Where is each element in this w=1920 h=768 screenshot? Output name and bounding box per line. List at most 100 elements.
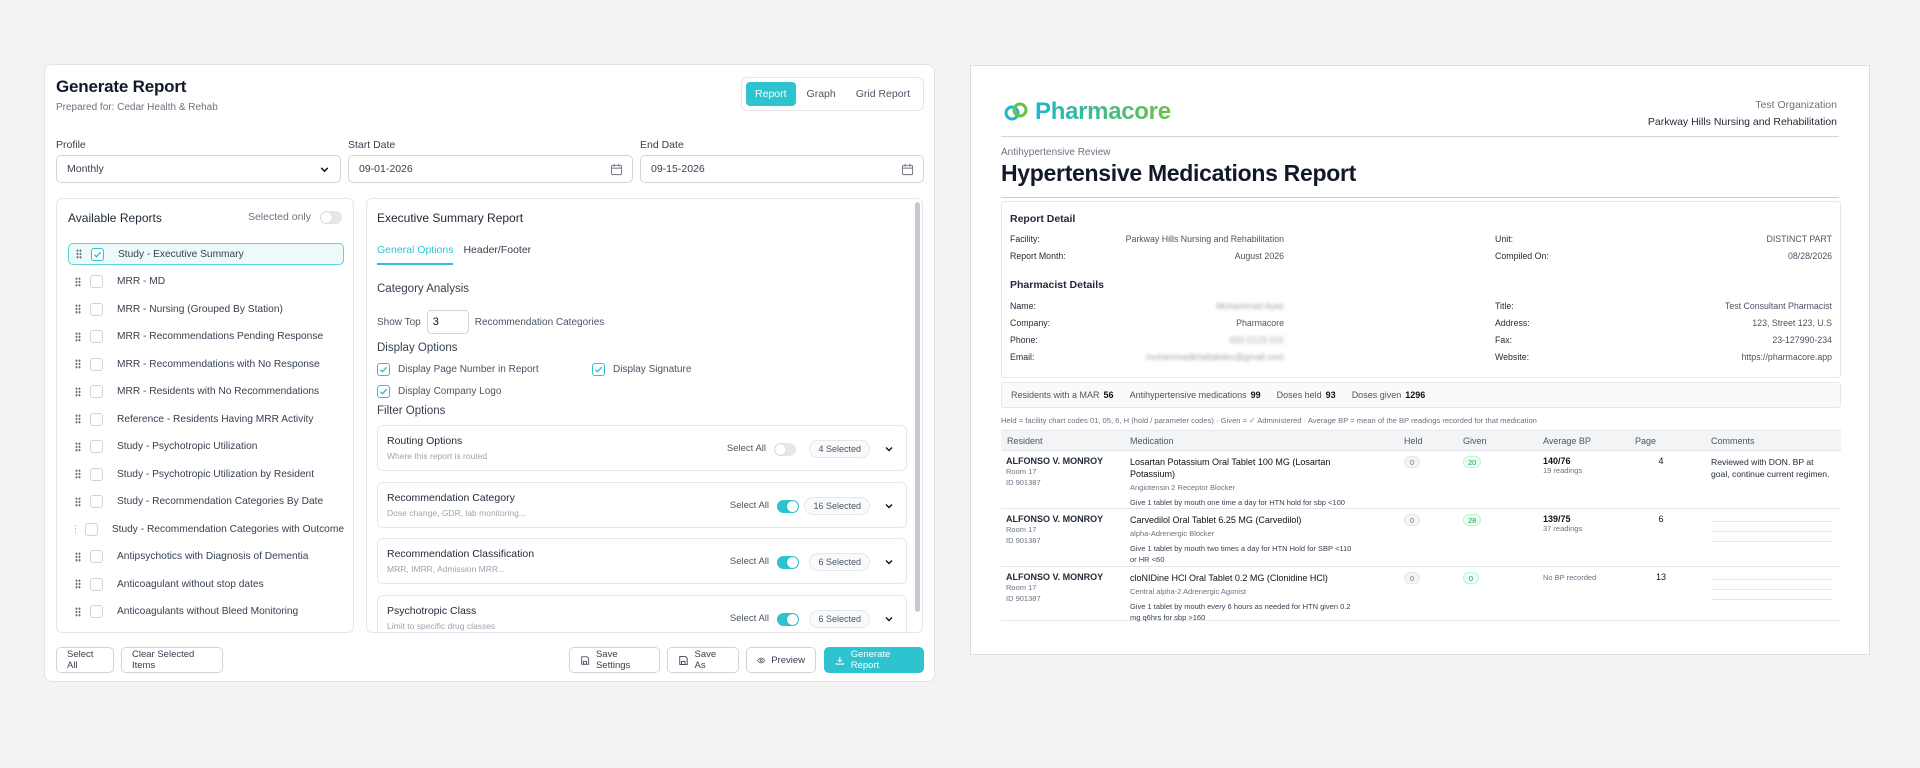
chevron-down-icon[interactable] (884, 444, 894, 454)
option-company-logo[interactable]: Display Company Logo (377, 385, 501, 398)
calendar-icon[interactable] (610, 163, 623, 176)
scrollbar[interactable] (915, 202, 920, 612)
calendar-icon[interactable] (901, 163, 914, 176)
filter-option[interactable]: Routing Options Where this report is rout… (377, 425, 907, 471)
chevron-down-icon[interactable] (884, 557, 894, 567)
list-item[interactable]: Reference - Residents Having MRR Activit… (68, 408, 344, 430)
save-as-button[interactable]: Save As (667, 647, 739, 673)
select-all-toggle[interactable] (777, 556, 799, 569)
option-page-number[interactable]: Display Page Number in Report (377, 363, 539, 376)
checkbox[interactable] (90, 330, 103, 343)
selected-only-toggle[interactable] (320, 211, 342, 224)
list-item[interactable]: MRR - Nursing (Grouped By Station) (68, 298, 344, 320)
filter-title: Psychotropic Class (387, 604, 477, 617)
drag-handle-icon[interactable] (75, 414, 81, 424)
drag-handle-icon[interactable] (75, 524, 76, 534)
start-date-input[interactable]: 09-01-2026 (348, 155, 633, 183)
select-all-toggle[interactable] (774, 443, 796, 456)
list-item[interactable]: Study - Recommendation Categories with O… (68, 518, 344, 540)
profile-value: Monthly (67, 163, 104, 175)
address-label: Address: (1495, 318, 1530, 328)
filter-title: Recommendation Classification (387, 548, 535, 560)
list-item[interactable]: Anticoagulant without stop dates (68, 573, 344, 595)
list-item[interactable]: MRR - Residents with No Recommendations (68, 381, 344, 403)
checkbox[interactable] (90, 440, 103, 453)
list-item[interactable]: Antipsychotics with Diagnosis of Dementi… (68, 546, 344, 568)
checkbox[interactable] (90, 385, 103, 398)
filter-option[interactable]: Recommendation Classification MRR, IMRR, … (377, 538, 907, 584)
list-item[interactable]: MRR - Recommendations with No Response (68, 353, 344, 375)
generate-report-button[interactable]: Generate Report (824, 647, 924, 673)
tab-graph[interactable]: Graph (798, 82, 845, 106)
filter-option[interactable]: Psychotropic Class Limit to specific drug… (377, 594, 907, 632)
chevron-down-icon[interactable] (884, 614, 894, 624)
clear-selected-button[interactable]: Clear Selected Items (121, 647, 223, 673)
drag-handle-icon[interactable] (75, 579, 81, 589)
company-label: Company: (1010, 318, 1051, 328)
medication-cell: Losartan Potassium Oral Tablet 100 MG (L… (1130, 456, 1355, 508)
available-reports-card: Available Reports Selected only Study - … (56, 198, 354, 633)
checkbox[interactable] (90, 412, 103, 426)
list-item[interactable]: MRR - MD (68, 271, 344, 293)
drag-handle-icon[interactable] (75, 496, 81, 507)
chevron-down-icon[interactable] (884, 501, 894, 511)
list-item-label: MRR - Recommendations Pending Response (117, 331, 324, 342)
report-detail-box: Report Detail Facility: Parkway Hills Nu… (1001, 201, 1841, 378)
profile-select[interactable]: Monthly (56, 155, 341, 183)
checkbox[interactable] (90, 302, 103, 316)
select-all-toggle[interactable] (777, 499, 799, 513)
drag-handle-icon[interactable] (75, 606, 81, 617)
list-item[interactable]: Anticoagulants without Bleed Monitoring (68, 601, 344, 623)
option-page-number-label: Display Page Number in Report (398, 364, 539, 375)
checkbox[interactable] (90, 605, 103, 618)
checkbox-checked-icon[interactable] (592, 363, 605, 376)
drag-handle-icon[interactable] (75, 359, 81, 369)
selected-count-badge: 16 Selected (804, 496, 870, 515)
start-date-value: 09-01-2026 (359, 163, 413, 175)
select-all-button[interactable]: Select All (56, 647, 114, 673)
list-item-label: Anticoagulant without stop dates (117, 578, 264, 590)
list-item[interactable]: Study - Recommendation Categories By Dat… (68, 491, 344, 513)
save-settings-button[interactable]: Save Settings (569, 647, 660, 673)
tab-general-options[interactable]: General Options (377, 244, 454, 265)
tab-grid-report[interactable]: Grid Report (847, 82, 919, 106)
drag-handle-icon[interactable] (75, 441, 81, 452)
checkbox[interactable] (90, 495, 103, 508)
resident-id: ID 901387 (1006, 594, 1041, 603)
divider (1001, 197, 1839, 198)
tab-header-footer[interactable]: Header/Footer (463, 244, 531, 265)
tab-report[interactable]: Report (746, 82, 796, 106)
given-count-badge: 20 (1463, 456, 1482, 468)
list-item[interactable]: Study - Executive Summary (68, 243, 344, 265)
checkbox[interactable] (90, 577, 103, 591)
stat-value: 1296 (1405, 390, 1426, 400)
option-signature[interactable]: Display Signature (592, 363, 691, 376)
list-item[interactable]: MRR - Recommendations Pending Response (68, 326, 344, 348)
end-date-input[interactable]: 09-15-2026 (640, 155, 924, 183)
filter-option[interactable]: Recommendation Category Dose change, GDR,… (377, 481, 907, 528)
drag-handle-icon[interactable] (75, 331, 81, 342)
show-top-input[interactable]: 3 (426, 310, 469, 334)
page-number: 4 (1658, 456, 1664, 466)
drag-handle-icon[interactable] (75, 469, 81, 479)
checkbox[interactable] (90, 357, 103, 371)
checkbox-checked-icon[interactable] (377, 363, 390, 376)
list-item[interactable]: Study - Psychotropic Utilization (68, 436, 344, 458)
drag-handle-icon[interactable] (75, 551, 81, 562)
list-item[interactable]: Study - Psychotropic Utilization by Resi… (68, 463, 344, 485)
select-all-toggle[interactable] (777, 612, 799, 626)
checkbox-checked-icon[interactable] (91, 247, 104, 261)
drag-handle-icon[interactable] (75, 276, 81, 287)
report-kicker: Antihypertensive Review (1001, 147, 1111, 158)
drag-handle-icon[interactable] (75, 304, 81, 314)
checkbox[interactable] (90, 275, 103, 288)
checkbox[interactable] (90, 550, 103, 563)
checkbox[interactable] (90, 467, 103, 481)
drag-handle-icon[interactable] (75, 386, 81, 397)
checkbox[interactable] (84, 522, 98, 536)
preview-button[interactable]: Preview (746, 647, 816, 673)
checkbox-checked-icon[interactable] (377, 385, 390, 398)
drag-handle-icon[interactable] (76, 249, 82, 259)
available-reports-title: Available Reports (68, 211, 162, 225)
resident-name: ALFONSO V. MONROY (1006, 456, 1104, 466)
